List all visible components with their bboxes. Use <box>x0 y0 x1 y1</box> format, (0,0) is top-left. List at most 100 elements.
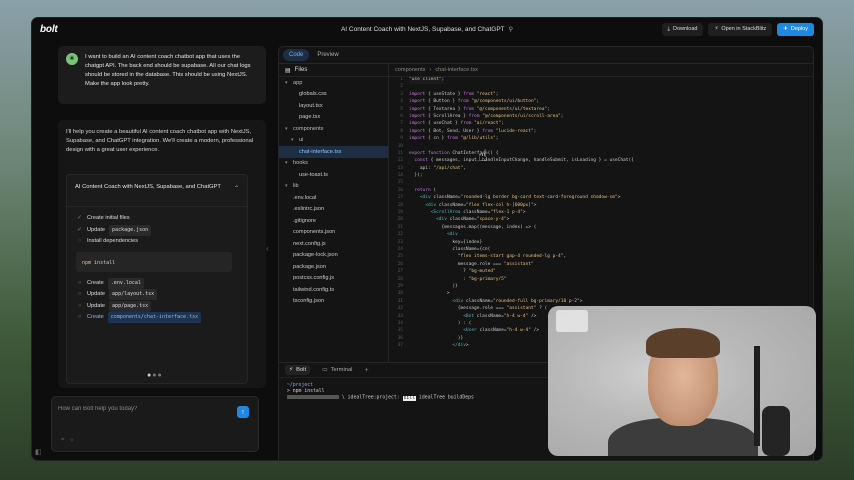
chevron-down-icon: ▾ <box>291 137 294 144</box>
tab-preview[interactable]: Preview <box>311 49 344 61</box>
tree-file[interactable]: .gitignore <box>279 215 388 227</box>
code-text: <Bot className="h-4 w-4" /> <box>463 313 537 319</box>
step-file[interactable]: app/layout.tsx <box>109 289 158 301</box>
terminal-tab-label: Terminal <box>330 367 353 373</box>
tree-file[interactable]: .eslintrc.json <box>279 204 388 216</box>
studio-light <box>556 310 588 332</box>
tree-folder[interactable]: ▾ lib <box>279 181 388 193</box>
line-number: 25 <box>397 254 403 260</box>
tree-file[interactable]: layout.tsx <box>279 100 388 112</box>
step-file[interactable]: components/chat-interface.tsx <box>107 312 202 324</box>
chevron-down-icon: ▾ <box>285 160 288 167</box>
step-file[interactable]: .env.local <box>107 277 144 289</box>
code-line: 20 <div className="space-y-4"> <box>389 217 813 224</box>
tree-folder[interactable]: ▾ app <box>279 77 388 89</box>
spinner-icon: ◌ <box>77 238 82 245</box>
add-terminal-icon[interactable]: + <box>364 367 368 374</box>
line-number: 3 <box>400 91 403 97</box>
tab-bolt-terminal[interactable]: ⚡ Bolt <box>285 365 311 375</box>
bolt-tab-label: Bolt <box>296 367 307 373</box>
tree-file[interactable]: package.json <box>279 261 388 273</box>
breadcrumb-file[interactable]: chat-interface.tsx <box>435 67 478 73</box>
tree-item-label: postcss.config.js <box>293 275 335 282</box>
tree-file[interactable]: tailwind.config.ts <box>279 284 388 296</box>
code-text: key={index} <box>409 239 483 245</box>
chat-input[interactable] <box>58 403 228 415</box>
tree-file[interactable]: components.json <box>279 227 388 239</box>
chevron-left-icon[interactable]: ‹ <box>266 244 269 253</box>
chevron-down-icon: ▾ <box>285 125 288 132</box>
code-line: 18 <div className="flex flex-col h-[600p… <box>389 202 813 210</box>
deploy-button[interactable]: ✈ Deploy <box>777 22 814 36</box>
project-title[interactable]: AI Content Coach with NextJS, Supabase, … <box>341 26 513 33</box>
code-line: 12 const { messages, input, handleInputC… <box>389 158 813 165</box>
tree-item-label: app <box>293 79 303 86</box>
code-line: 22 <div <box>389 232 813 239</box>
line-number: 4 <box>400 99 403 105</box>
artifact-header[interactable]: AI Content Coach with NextJS, Supabase, … <box>67 175 247 207</box>
tree-file[interactable]: .env.local <box>279 192 388 204</box>
tree-file[interactable]: tsconfig.json <box>279 296 388 308</box>
download-button[interactable]: ⤓ Download <box>661 22 704 36</box>
tree-file[interactable]: postcss.config.js <box>279 273 388 285</box>
tree-item-label: .env.local <box>293 194 317 201</box>
step-file[interactable]: app/page.tsx <box>109 300 152 312</box>
tree-folder[interactable]: ▾ hooks <box>279 158 388 170</box>
line-number: 17 <box>397 195 403 201</box>
code-line: 27 ? "bg-muted" <box>389 269 813 276</box>
breadcrumb-folder[interactable]: components <box>395 67 425 73</box>
code-text: import { useChat } from "ai/react"; <box>409 121 504 127</box>
lightning-icon: ⚡ <box>289 367 294 373</box>
chevron-up-icon[interactable]: ⌃ <box>234 185 239 194</box>
tree-item-label: chat-interface.tsx <box>299 148 342 155</box>
sparkle-icon[interactable]: ✧ <box>69 437 74 444</box>
tab-code[interactable]: Code <box>283 49 310 61</box>
paperclip-icon[interactable]: ⌗ <box>61 437 64 444</box>
line-number: 37 <box>397 343 403 349</box>
line-number: 1 <box>400 77 403 82</box>
tree-folder[interactable]: ▾ ui <box>279 135 388 147</box>
line-number: 7 <box>400 121 403 127</box>
tree-file[interactable]: chat-interface.tsx <box>279 146 388 158</box>
line-number: 23 <box>397 239 403 245</box>
code-text: "use client"; <box>409 77 445 85</box>
input-actions: ⌗ ✧ <box>61 437 74 444</box>
tree-file[interactable]: page.tsx <box>279 112 388 124</box>
line-number: 8 <box>400 128 403 134</box>
code-text: "flex items-start gap-4 rounded-lg p-4", <box>457 254 567 260</box>
tab-terminal[interactable]: ▭ Terminal <box>318 365 356 375</box>
tree-file[interactable]: globals.css <box>279 89 388 101</box>
sidebar-toggle-icon[interactable]: ◧ <box>35 448 42 456</box>
files-icon: ▤ <box>285 67 291 74</box>
tree-folder[interactable]: ▾ components <box>279 123 388 135</box>
chevron-right-icon: › <box>429 67 432 73</box>
bolt-logo[interactable]: bolt <box>40 24 58 35</box>
code-text: <div className="flex flex-col h-[600px]"… <box>425 202 537 208</box>
tree-item-label: .gitignore <box>293 217 317 224</box>
code-text: import { Button } from "@/components/ui/… <box>409 99 540 105</box>
tree-file[interactable]: use-toast.ts <box>279 169 388 181</box>
tree-item-label: components.json <box>293 229 336 236</box>
arrow-up-icon[interactable]: ↑ <box>237 406 249 418</box>
command-text: install <box>94 259 116 266</box>
tree-item-label: hooks <box>293 160 308 167</box>
command-prefix: npm <box>82 259 95 266</box>
code-line: 9 import { cn } from "@/lib/utils"; <box>389 136 813 143</box>
check-icon: ✓ <box>76 226 83 233</box>
stackblitz-label: Open in StackBlitz <box>721 26 767 32</box>
user-message: ❀ I want to build an AI content coach ch… <box>58 46 266 104</box>
artifact-step: ○ Update app/page.tsx <box>76 300 238 313</box>
tree-file[interactable]: next.config.js <box>279 238 388 250</box>
microphone-icon <box>744 346 796 456</box>
code-line: 14 }); <box>389 173 813 180</box>
workbench-tabs: Code Preview <box>279 47 813 64</box>
open-stackblitz-button[interactable]: ⚡ Open in StackBlitz <box>708 22 773 36</box>
tree-file[interactable]: package-lock.json <box>279 250 388 262</box>
code-text: <div className="rounded-lg border bg-car… <box>419 195 621 201</box>
code-line: 1 "use client"; <box>389 77 813 85</box>
line-number: 18 <box>397 202 403 208</box>
line-number: 32 <box>397 306 403 312</box>
step-file[interactable]: package.json <box>109 224 152 236</box>
artifact-step: ○ Create .env.local <box>76 277 238 290</box>
tree-item-label: ui <box>299 137 304 144</box>
